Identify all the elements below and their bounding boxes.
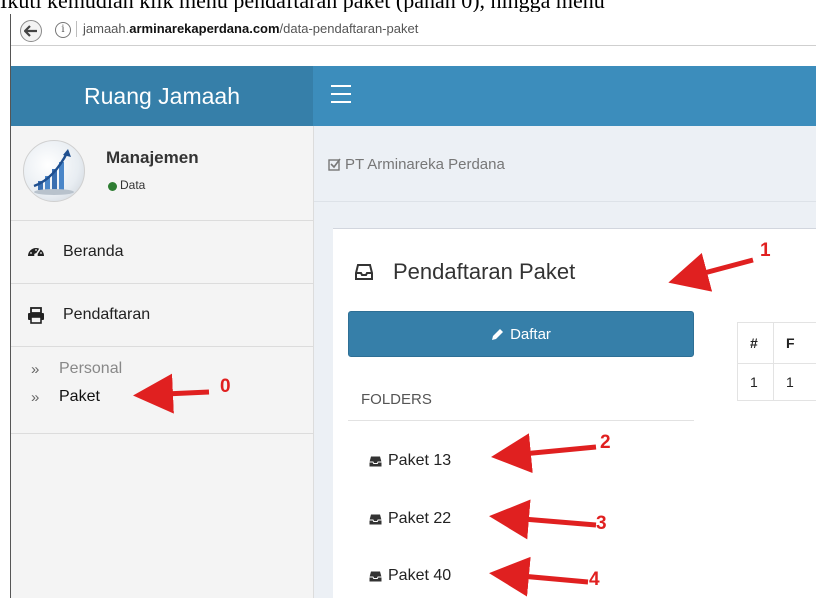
folder-item-paket-40[interactable]: Paket 40	[369, 567, 451, 585]
browser-address-bar: i jamaah.arminarekaperdana.com/data-pend…	[11, 14, 816, 46]
screenshot-frame: i jamaah.arminarekaperdana.com/data-pend…	[10, 14, 816, 598]
url-separator	[76, 21, 77, 37]
info-icon[interactable]: i	[55, 22, 71, 38]
table-cell: 1	[773, 363, 816, 401]
folder-item-label: Paket 13	[388, 452, 452, 469]
sidebar-item-pendaftaran[interactable]: Pendaftaran	[11, 284, 313, 347]
folders-heading: FOLDERS	[361, 391, 432, 408]
table-cell: 1	[737, 363, 774, 401]
folder-item-paket-22[interactable]: Paket 22	[369, 510, 451, 528]
sidebar-item-beranda[interactable]: Beranda	[11, 221, 313, 284]
chevron-double-right-icon: »	[31, 360, 40, 378]
inbox-icon	[369, 514, 382, 524]
growth-chart-icon	[33, 149, 74, 195]
sidebar: Manajemen Data Beranda Pendaftaran » Per…	[11, 126, 314, 598]
breadcrumb[interactable]: PT Arminareka Perdana	[328, 156, 505, 173]
sidebar-item-label: Beranda	[63, 243, 124, 260]
submenu-item-label: Paket	[59, 388, 100, 405]
user-status: Data	[120, 178, 146, 192]
folder-item-paket-13[interactable]: Paket 13	[369, 452, 451, 470]
status-online-icon	[108, 182, 117, 191]
sidebar-submenu: » Personal » Paket	[11, 347, 313, 434]
table-header-cell: F	[773, 322, 816, 364]
inbox-icon	[369, 456, 382, 466]
annotation-number-3: 3	[596, 513, 607, 534]
hamburger-menu-icon[interactable]	[331, 85, 351, 103]
table-header-cell: #	[737, 322, 774, 364]
printer-icon	[28, 307, 44, 324]
avatar	[23, 140, 85, 202]
submenu-item-paket[interactable]: » Paket	[31, 386, 100, 408]
submenu-item-label: Personal	[59, 360, 123, 377]
annotation-number-0: 0	[220, 376, 231, 397]
inbox-icon	[369, 571, 382, 581]
arrow-left-icon	[24, 25, 37, 37]
check-square-icon	[328, 158, 341, 171]
annotation-number-1: 1	[760, 240, 771, 261]
back-button[interactable]	[20, 20, 42, 42]
url-field[interactable]: jamaah.arminarekaperdana.com/data-pendaf…	[83, 21, 418, 37]
brand-title: Ruang Jamaah	[84, 82, 240, 109]
page-title: Pendaftaran Paket	[355, 259, 575, 285]
inbox-icon	[355, 264, 373, 280]
chevron-double-right-icon: »	[31, 388, 40, 406]
user-name: Manajemen	[106, 148, 199, 167]
content-box: Pendaftaran Paket Daftar FOLDERS Paket 1…	[333, 228, 816, 598]
daftar-button-label: Daftar	[510, 325, 551, 343]
dashboard-icon	[28, 248, 44, 257]
sidebar-brand[interactable]: Ruang Jamaah	[11, 66, 313, 126]
annotation-number-2: 2	[600, 432, 611, 453]
page-title-text: Pendaftaran Paket	[393, 259, 576, 284]
table-row[interactable]: 1 1	[737, 363, 816, 401]
sidebar-item-label: Pendaftaran	[63, 306, 151, 323]
folder-item-label: Paket 22	[388, 510, 452, 527]
url-host-prefix: jamaah.	[83, 21, 130, 36]
table-header-row: # F	[737, 322, 816, 364]
url-host-domain: arminarekaperdana.com	[129, 21, 280, 36]
content-header: PT Arminareka Perdana	[314, 126, 816, 202]
pencil-icon	[492, 328, 504, 340]
breadcrumb-label: PT Arminareka Perdana	[345, 156, 505, 173]
submenu-item-personal[interactable]: » Personal	[31, 358, 122, 380]
folder-item-label: Paket 40	[388, 567, 452, 584]
top-navbar	[313, 66, 816, 126]
data-table: # F 1 1	[737, 322, 816, 401]
document-caption: Ikuti kemudian klik menu pendaftaran pak…	[0, 0, 816, 12]
annotation-number-4: 4	[589, 569, 600, 590]
daftar-button[interactable]: Daftar	[348, 311, 694, 357]
user-panel: Manajemen Data	[11, 126, 313, 221]
folders-divider	[348, 420, 694, 421]
url-path: /data-pendaftaran-paket	[279, 21, 419, 36]
